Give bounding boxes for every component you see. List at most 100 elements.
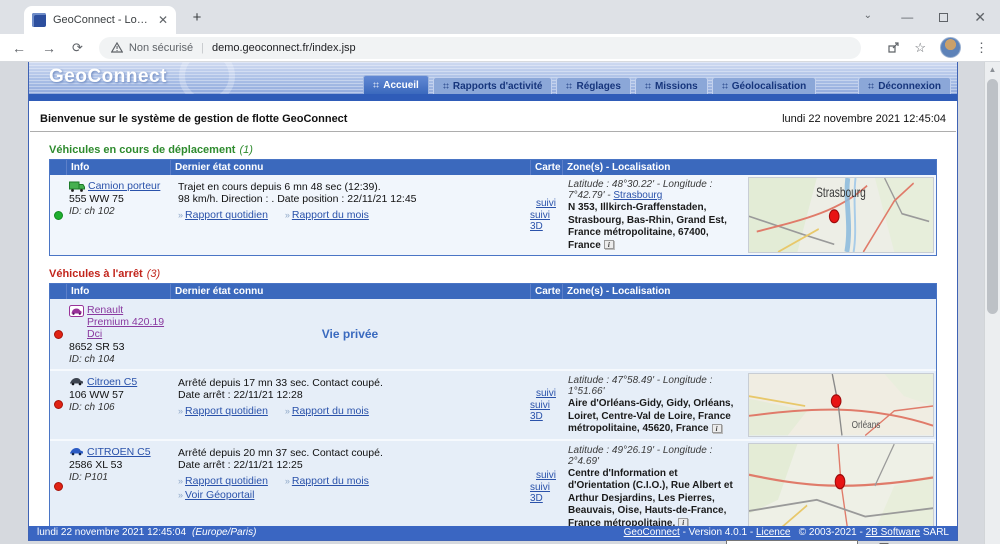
address: N 353, Illkirch-Graffenstaden, Strasbour… [568, 202, 742, 252]
browser-tab[interactable]: GeoConnect - Logiciel de Gestio ✕ [24, 6, 176, 34]
voir-geoportail-link[interactable]: Voir Géoportail [185, 489, 254, 501]
rapport-mois-link[interactable]: Rapport du mois [292, 209, 369, 221]
footer-licence-link[interactable]: Licence [756, 527, 790, 538]
status-stopped-icon [54, 330, 63, 339]
forward-button[interactable]: → [42, 40, 56, 56]
footer-company-link[interactable]: 2B Software [866, 527, 920, 538]
url-field[interactable]: Non sécurisé | demo.geoconnect.fr/index.… [99, 37, 861, 59]
suivi-3d-link[interactable]: suivi 3D [530, 210, 562, 232]
rapport-quotidien-link[interactable]: Rapport quotidien [185, 209, 268, 221]
status-moving-icon [54, 211, 63, 220]
maximize-button[interactable] [939, 13, 948, 22]
state-line: Date arrêt : 22/11/21 12:28 [178, 389, 524, 401]
url-text: demo.geoconnect.fr/index.jsp [212, 42, 356, 54]
footer-geoconnect-link[interactable]: GeoConnect [624, 527, 680, 538]
tab-close-icon[interactable]: ✕ [158, 14, 168, 26]
tab-geolocalisation[interactable]: Géolocalisation [712, 77, 816, 94]
footer-credits: GeoConnect - Version 4.0.1 - Licence © 2… [624, 526, 949, 540]
rapport-mois-link[interactable]: Rapport du mois [292, 475, 369, 487]
tab-deconnexion[interactable]: Déconnexion [858, 77, 951, 94]
vehicle-plate: 106 WW 57 [69, 389, 168, 401]
current-datetime: lundi 22 novembre 2021 12:45:04 [782, 113, 946, 125]
scrollbar-up-icon[interactable]: ▲ [985, 62, 1000, 74]
zone-cell [562, 299, 936, 369]
vehicle-info-cell: CITROEN C5 2586 XL 53 ID: P101 [66, 441, 170, 534]
vehicle-link[interactable]: Camion porteur [88, 180, 160, 192]
zone-city-link[interactable]: Strasbourg [613, 190, 662, 201]
status-column-header [50, 160, 66, 175]
car-icon [69, 377, 84, 386]
last-state-cell: Arrêté depuis 17 mn 33 sec. Contact coup… [170, 371, 530, 439]
bookmark-star-icon[interactable]: ☆ [914, 40, 926, 56]
suivi-3d-link[interactable]: suivi 3D [530, 482, 562, 504]
suivi-link[interactable]: suivi [536, 388, 556, 399]
minimize-button[interactable]: — [901, 10, 913, 24]
state-line: 98 km/h. Direction : . Date position : 2… [178, 193, 524, 205]
vehicle-link[interactable]: Citroen C5 [87, 376, 137, 388]
section-count: (1) [239, 144, 252, 156]
group-filter-select[interactable]: Tous les véhicules▼ [726, 540, 858, 544]
carte-cell: suivi suivi 3D [530, 175, 562, 255]
tab-grid-icon [566, 83, 572, 89]
rapport-mois-link[interactable]: Rapport du mois [292, 405, 369, 417]
banner-bottom-bar [29, 94, 957, 101]
back-button[interactable]: ← [12, 40, 26, 56]
link-arrow-icon: » [178, 406, 183, 416]
car-icon [69, 305, 84, 317]
suivi-link[interactable]: suivi [536, 198, 556, 209]
map-cell[interactable] [746, 441, 936, 534]
reload-button[interactable]: ⟳ [72, 40, 83, 56]
suivi-link[interactable]: suivi [536, 470, 556, 481]
map-cell[interactable]: Orléans [746, 371, 936, 439]
table-row: Citroen C5 106 WW 57 ID: ch 106 Arrêté d… [50, 369, 936, 439]
carte-column-header: Carte [530, 284, 562, 299]
link-arrow-icon: » [178, 210, 183, 220]
map-thumbnail-beauvais [748, 443, 934, 532]
svg-text:Orléans: Orléans [852, 418, 881, 430]
tab-rapports-activite[interactable]: Rapports d'activité [433, 77, 553, 94]
app-logo: GeoConnect [49, 66, 167, 88]
zone-cell: Latitude : 47°58.49' - Longitude : 1°51.… [562, 371, 936, 439]
tab-missions[interactable]: Missions [635, 77, 708, 94]
svg-text:Strasbourg: Strasbourg [816, 185, 866, 201]
vehicle-info-cell: Camion porteur 555 WW 75 ID: ch 102 [66, 175, 170, 255]
map-cell[interactable]: Strasbourg [746, 175, 936, 255]
tab-search-chevron-icon[interactable]: ⌄ [864, 10, 872, 21]
info-icon[interactable]: i [712, 424, 722, 433]
table-header-row: Info Dernier état connu Carte Zone(s) - … [50, 160, 936, 175]
main-navigation: Accueil Rapports d'activité Réglages Mis… [363, 75, 951, 94]
profile-avatar[interactable] [940, 37, 961, 58]
map-thumbnail-strasbourg: Strasbourg [748, 177, 934, 253]
tab-accueil[interactable]: Accueil [363, 75, 429, 94]
window-controls: — ✕ [901, 0, 994, 34]
app-footer: lundi 22 novembre 2021 12:45:04(Europe/P… [29, 526, 957, 540]
vehicle-link[interactable]: CITROEN C5 [87, 446, 151, 458]
list-controls: Afficher groupe : Tous les véhicules▼ | … [29, 540, 937, 544]
chrome-menu-icon[interactable]: ⋮ [975, 40, 988, 56]
state-column-header: Dernier état connu [170, 160, 530, 175]
state-line: Date arrêt : 22/11/21 12:25 [178, 459, 524, 471]
status-stopped-icon [54, 482, 63, 491]
section-title: Véhicules en cours de déplacement(1) [49, 144, 937, 156]
vehicle-link[interactable]: Renault Premium 420.19 Dci [87, 304, 168, 340]
close-window-button[interactable]: ✕ [974, 9, 986, 26]
rapport-quotidien-link[interactable]: Rapport quotidien [185, 475, 268, 487]
last-state-cell: Trajet en cours depuis 6 mn 48 sec (12:3… [170, 175, 530, 255]
vertical-scrollbar[interactable]: ▲ [984, 62, 1000, 544]
suivi-3d-link[interactable]: suivi 3D [530, 400, 562, 422]
coordinates: Latitude : 49°26.19' - Longitude : 2°4.6… [568, 445, 712, 467]
globe-decoration [179, 62, 235, 94]
info-icon[interactable]: i [604, 240, 614, 249]
zone-text: Latitude : 49°26.19' - Longitude : 2°4.6… [562, 441, 746, 534]
scrollbar-thumb[interactable] [987, 79, 998, 314]
section-count: (3) [147, 268, 160, 280]
status-cell [50, 371, 66, 439]
tab-grid-icon [868, 83, 874, 89]
new-tab-button[interactable]: + [188, 9, 206, 27]
rapport-quotidien-link[interactable]: Rapport quotidien [185, 405, 268, 417]
tab-reglages[interactable]: Réglages [556, 77, 630, 94]
map-thumbnail-orleans: Orléans [748, 373, 934, 437]
geoconnect-app: GeoConnect Accueil Rapports d'activité R… [28, 62, 958, 541]
share-icon[interactable] [887, 41, 900, 54]
not-secure-warning-icon [111, 42, 123, 53]
